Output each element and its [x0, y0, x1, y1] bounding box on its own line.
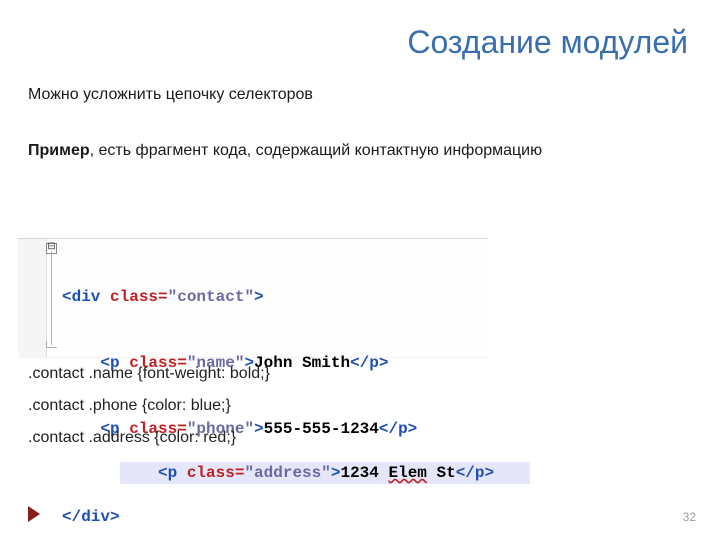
page-number: 32 — [683, 510, 696, 524]
code-line-5: </div> — [62, 506, 530, 528]
fold-end-icon — [46, 341, 57, 348]
example-label: Пример — [28, 142, 90, 159]
fold-guide-line — [51, 251, 52, 345]
paragraph-intro: Можно усложнить цепочку селекторов — [28, 80, 313, 110]
css-rule-3: .contact .address {color: red;} — [28, 422, 270, 454]
css-rule-1: .contact .name {font-weight: bold;} — [28, 358, 270, 390]
paragraph-example: Пример, есть фрагмент кода, содержащий к… — [28, 136, 588, 166]
code-line-4: <p class="address">1234 Elem St</p> — [120, 462, 530, 484]
css-rules-block: .contact .name {font-weight: bold;} .con… — [28, 358, 270, 454]
code-editor-screenshot: ⊟ <div class="contact"> <p class="name">… — [18, 238, 488, 357]
editor-gutter — [18, 239, 47, 357]
slide-title: Создание модулей — [407, 24, 688, 61]
code-line-1: <div class="contact"> — [62, 286, 530, 308]
example-rest: , есть фрагмент кода, содержащий контакт… — [90, 142, 542, 159]
footer-play-icon — [28, 506, 40, 522]
slide: Создание модулей Можно усложнить цепочку… — [0, 0, 720, 540]
css-rule-2: .contact .phone {color: blue;} — [28, 390, 270, 422]
